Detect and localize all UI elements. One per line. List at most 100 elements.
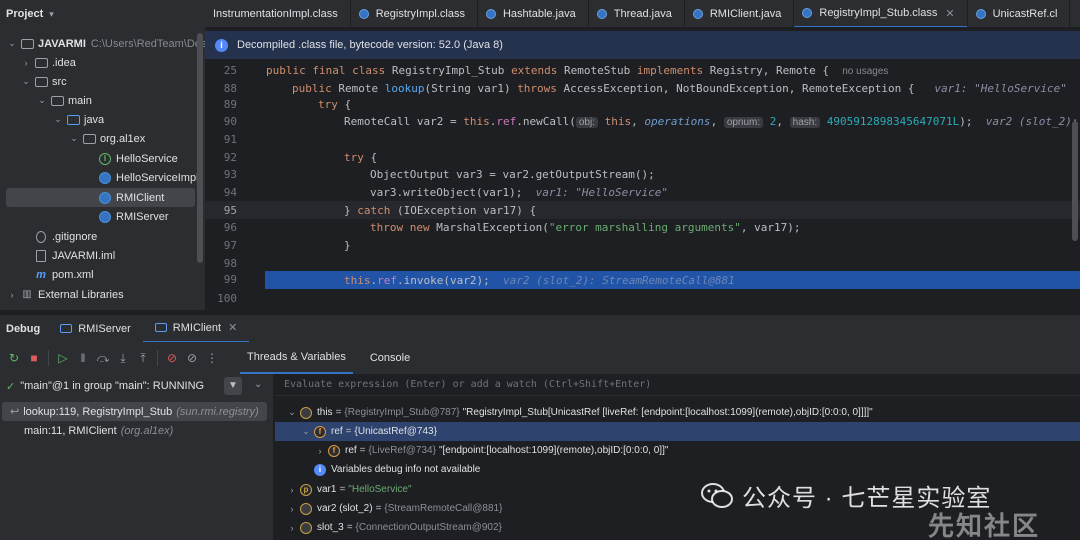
chevron-down-icon[interactable]: ⌄ [52,114,64,125]
variable-row[interactable]: ⌄ f ref = {UnicastRef@743} [275,422,1080,441]
frame-return-icon: ↩ [10,406,20,418]
class-icon [98,171,112,185]
chevron-down-icon[interactable]: ⌄ [20,76,32,87]
project-panel-header[interactable]: Project ▾ [0,0,205,28]
mute-breakpoints-icon[interactable]: ⊘ [182,348,202,368]
chevron-down-icon[interactable]: ⌄ [68,133,80,144]
tab-hashtable[interactable]: Hashtable.java [478,0,589,27]
code-token: ); [959,114,973,128]
tree-item-iml[interactable]: JAVARMI.iml [20,246,115,265]
variable-icon [300,406,312,419]
chevron-right-icon[interactable]: › [286,504,298,514]
tree-item-rmiclient[interactable]: RMIClient [6,188,195,207]
line-number: 25 [223,63,237,77]
code-line: 97 } [205,236,1080,254]
tree-item-java[interactable]: ⌄ java [52,110,104,129]
code-line: 96 throw new MarshalException("error mar… [205,218,1080,236]
debug-tool-window-header: Debug RMIServer RMIClient ✕ [0,314,1080,343]
tab-thread[interactable]: Thread.java [589,0,685,27]
tab-instrumentationimpl[interactable]: InstrumentationImpl.class [205,0,351,27]
code-line: 92 try { [205,148,1080,166]
line-number: 95 [223,203,237,217]
tree-item-main[interactable]: ⌄ main [36,91,92,110]
tree-item-idea[interactable]: › .idea [20,53,76,72]
chevron-down-icon[interactable]: ⌄ [300,426,312,437]
chevron-right-icon[interactable]: › [286,523,298,533]
filter-icon[interactable]: ▼ [224,377,242,395]
inline-value: var2 (slot_2): StreamRemoteCall@881 [502,273,735,287]
project-scrollbar[interactable] [197,33,203,263]
chevron-down-icon[interactable]: ⌄ [6,38,18,49]
step-into-icon[interactable]: ⤓ [113,348,133,368]
more-icon[interactable]: ⋮ [202,348,222,368]
chevron-down-icon[interactable]: ⌄ [36,95,48,106]
chevron-down-icon[interactable]: ⌄ [254,379,262,390]
chevron-right-icon[interactable]: › [314,446,326,456]
code-token: "error marshalling arguments" [548,220,741,234]
project-path: C:\Users\RedTeam\Desk [90,37,212,50]
tree-item-label: main [68,94,92,107]
tree-item-helloserviceimpl[interactable]: HelloServiceImpl [84,168,199,187]
tab-rmiclient[interactable]: RMIClient.java [685,0,795,27]
decompiled-banner: i Decompiled .class file, bytecode versi… [205,31,1080,59]
editor-tabs: InstrumentationImpl.class RegistryImpl.c… [205,0,1080,28]
variable-row[interactable]: ⌄ this = {RegistryImpl_Stub@787} "RegistryI… [275,403,1080,422]
tab-registryimpl[interactable]: RegistryImpl.class [351,0,478,27]
tree-item-label: src [52,75,67,88]
code-token: throws [517,81,564,95]
tree-item-external-libraries[interactable]: › ▥ External Libraries [6,285,124,304]
tab-label: RegistryImpl_Stub.class [819,7,938,19]
tree-item-package[interactable]: ⌄ org.al1ex [68,129,145,148]
code-token: RemoteCall var2 = [344,114,464,128]
frame-method: main:11, RMIClient [24,424,117,437]
code-token: RemoteStub [564,63,637,77]
stop-icon[interactable]: ■ [24,348,44,368]
tree-item-helloservice[interactable]: I HelloService [84,149,178,168]
variable-row[interactable]: › f ref = {LiveRef@734} "[endpoint:[localho… [275,441,1080,460]
code-editor[interactable]: 25 public final class RegistryImpl_Stub … [205,59,1080,310]
variable-equals: = [339,484,346,495]
view-breakpoints-icon[interactable]: ⊘ [162,348,182,368]
code-token: try [318,97,345,111]
code-token: Remote [338,81,385,95]
tab-registryimpl-stub[interactable]: RegistryImpl_Stub.class ✕ [794,0,968,27]
rerun-icon[interactable]: ↻ [4,348,24,368]
code-token: AccessException, NotBoundException, Remo… [563,81,915,95]
close-icon[interactable]: ✕ [945,7,954,20]
code-token: extends [511,63,565,77]
project-panel: Project ▾ ⌄ JAVARMI C:\Users\RedTeam\Des… [0,0,212,310]
tree-item-pom[interactable]: m pom.xml [20,265,93,284]
folder-icon [34,56,48,70]
tree-item-src[interactable]: ⌄ src [20,72,67,91]
code-token: , [710,114,724,128]
line-number: 96 [223,220,237,234]
tab-threads-variables[interactable]: Threads & Variables [240,342,353,374]
chevron-right-icon[interactable]: › [286,485,298,495]
tree-item-javarmi[interactable]: ⌄ JAVARMI C:\Users\RedTeam\Desk [6,34,212,53]
close-icon[interactable]: ✕ [228,321,237,334]
thread-selector[interactable]: ✓ "main"@1 in group "main": RUNNING ▼ ⌄ [0,374,273,398]
evaluate-input[interactable]: Evaluate expression (Enter) or add a wat… [275,374,1080,396]
resume-icon[interactable]: ▷ [53,348,73,368]
chevron-down-icon[interactable]: ⌄ [286,407,298,418]
tab-unicastref[interactable]: UnicastRef.cl [968,0,1071,27]
debug-tab-rmiserver[interactable]: RMIServer [48,315,143,343]
field-icon: f [314,425,326,438]
editor-scrollbar[interactable] [1072,121,1078,241]
step-over-icon[interactable]: ⤼ [93,348,113,368]
chevron-right-icon[interactable]: › [20,58,32,68]
code-token: throw new [370,220,437,234]
chevron-right-icon[interactable]: › [6,290,18,300]
tree-item-gitignore[interactable]: .gitignore [20,227,97,246]
code-line: 25 public final class RegistryImpl_Stub … [205,61,1080,79]
pause-icon[interactable]: ‖ [73,348,93,368]
code-token: MarshalException( [436,220,549,234]
tab-console[interactable]: Console [363,342,417,374]
stack-frame[interactable]: main:11, RMIClient (org.al1ex) [2,421,267,440]
usages-hint[interactable]: no usages [842,66,888,77]
stack-frame[interactable]: ↩ lookup:119, RegistryImpl_Stub (sun.rmi… [2,402,267,421]
tree-item-rmiserver[interactable]: RMIServer [84,207,169,226]
debug-tab-rmiclient[interactable]: RMIClient ✕ [142,315,250,343]
step-out-icon[interactable]: ⤒ [133,348,153,368]
chevron-down-icon[interactable]: ▾ [49,9,54,20]
